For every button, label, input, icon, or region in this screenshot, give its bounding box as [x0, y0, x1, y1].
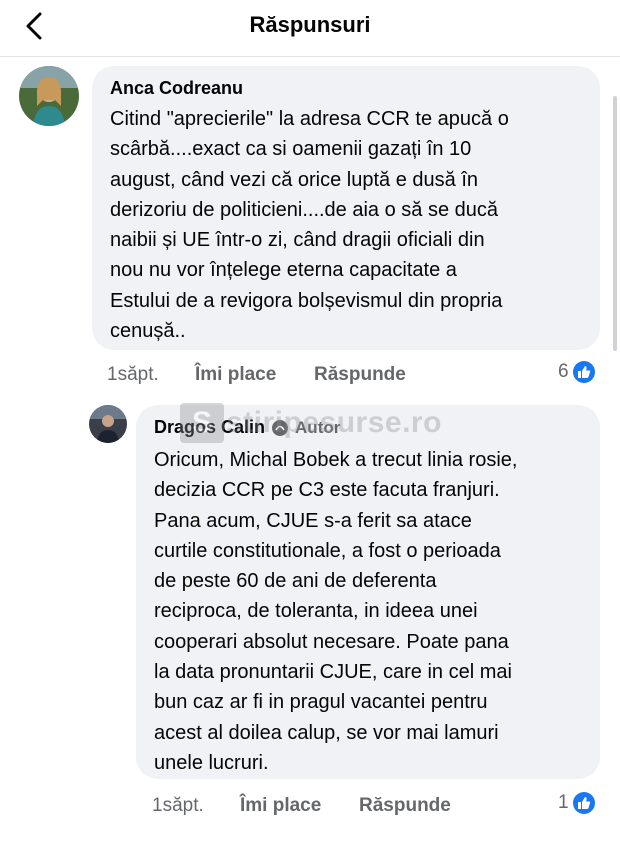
avatar[interactable]	[89, 405, 127, 443]
comment-bubble: Dragos Calin Autor Oricum, Michal Bobek …	[136, 405, 600, 779]
user-photo-icon	[19, 66, 79, 126]
like-button[interactable]: Îmi place	[240, 795, 321, 817]
comment-time: 1săpt.	[152, 795, 204, 816]
author-badge-icon	[272, 419, 289, 436]
reply-button[interactable]: Răspunde	[314, 364, 406, 386]
author-badge: Autor	[295, 417, 341, 437]
reaction-count[interactable]: 1	[558, 792, 595, 814]
like-icon	[572, 792, 595, 814]
comment-author[interactable]: Dragos Calin Autor	[154, 417, 340, 438]
page-title: Răspunsuri	[249, 12, 371, 37]
comment-author[interactable]: Anca Codreanu	[110, 78, 243, 99]
like-icon	[572, 361, 595, 383]
like-button[interactable]: Îmi place	[195, 364, 276, 386]
user-photo-icon	[89, 405, 127, 443]
header-bar: Răspunsuri	[0, 0, 620, 57]
reply-button[interactable]: Răspunde	[359, 795, 451, 817]
avatar[interactable]	[19, 66, 79, 126]
comment-text: Citind "aprecierile" la adresa CCR te ap…	[110, 108, 509, 343]
reaction-count[interactable]: 6	[558, 361, 595, 383]
comment-actions: 1săpt. Îmi place Răspunde	[107, 364, 407, 388]
comment-bubble: Anca Codreanu Citind "aprecierile" la ad…	[92, 66, 600, 350]
comment-time: 1săpt.	[107, 364, 159, 385]
comment-text: Oricum, Michal Bobek a trecut linia rosi…	[154, 449, 518, 774]
comment-actions: 1săpt. Îmi place Răspunde	[152, 795, 472, 819]
scrollbar[interactable]	[613, 96, 617, 351]
